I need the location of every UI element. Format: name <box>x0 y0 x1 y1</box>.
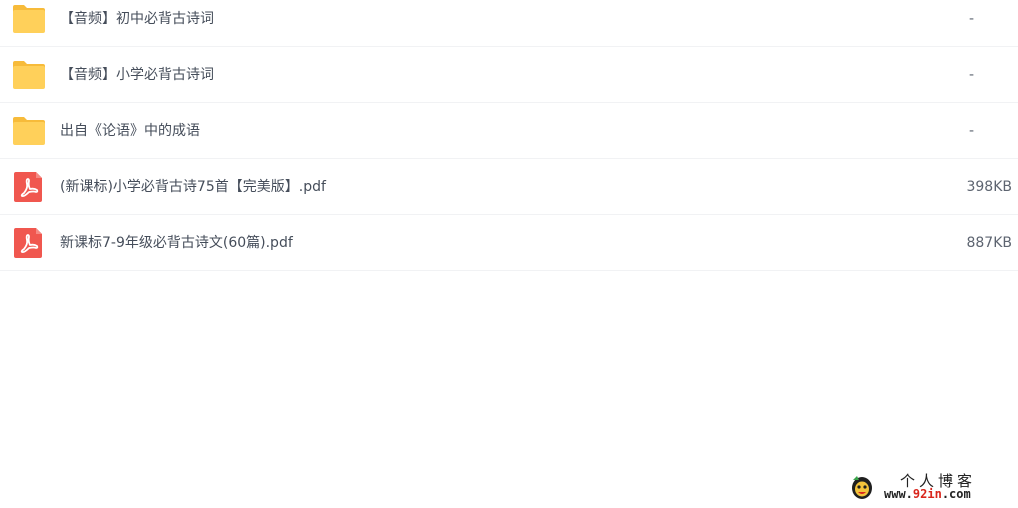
file-size: 398KB <box>966 179 1012 195</box>
file-size: - <box>968 123 974 139</box>
file-list: 【音频】初中必背古诗词 - 【音频】小学必背古诗词 - 出自《论语》中的成语 - <box>0 0 1018 271</box>
url-suffix: .com <box>941 487 971 501</box>
file-size: - <box>968 11 974 27</box>
file-row-pdf-2[interactable]: 新课标7-9年级必背古诗文(60篇).pdf 887KB <box>0 215 1018 271</box>
file-row-folder-1[interactable]: 【音频】初中必背古诗词 - <box>0 0 1018 47</box>
pdf-icon <box>12 172 46 202</box>
file-name[interactable]: 【音频】小学必背古诗词 <box>60 47 214 103</box>
folder-icon <box>12 60 46 90</box>
file-row-folder-2[interactable]: 【音频】小学必背古诗词 - <box>0 47 1018 103</box>
file-size: - <box>968 67 974 83</box>
file-row-folder-3[interactable]: 出自《论语》中的成语 - <box>0 103 1018 159</box>
mascot-icon <box>850 474 874 500</box>
watermark-url: www.92in.com <box>884 487 971 501</box>
file-size: 887KB <box>966 235 1012 251</box>
file-name[interactable]: 出自《论语》中的成语 <box>60 103 200 159</box>
file-row-pdf-1[interactable]: (新课标)小学必背古诗75首【完美版】.pdf 398KB <box>0 159 1018 215</box>
file-name[interactable]: (新课标)小学必背古诗75首【完美版】.pdf <box>60 159 326 215</box>
url-accent: 92in <box>912 487 942 501</box>
watermark: 个人博客 www.92in.com <box>848 470 1008 504</box>
folder-icon <box>12 4 46 34</box>
url-prefix: www. <box>884 487 913 501</box>
folder-icon <box>12 116 46 146</box>
file-name[interactable]: 【音频】初中必背古诗词 <box>60 0 214 38</box>
pdf-icon <box>12 228 46 258</box>
file-name[interactable]: 新课标7-9年级必背古诗文(60篇).pdf <box>60 215 293 271</box>
